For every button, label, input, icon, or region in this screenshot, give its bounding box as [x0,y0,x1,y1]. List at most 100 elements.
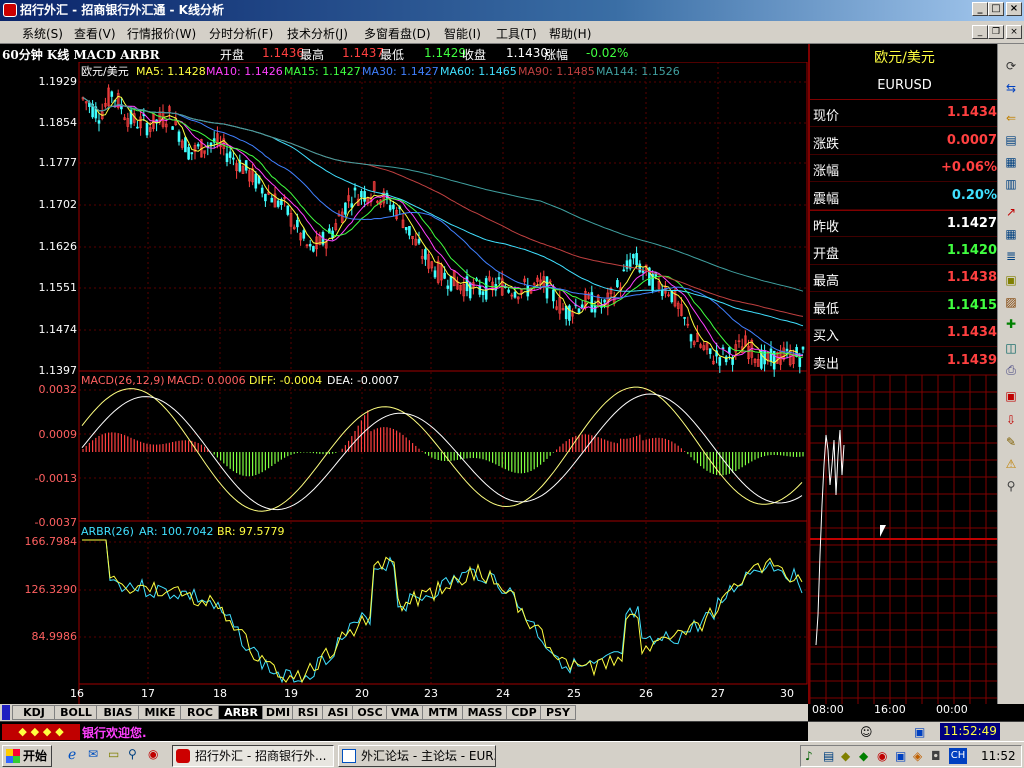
start-label: 开始 [23,749,48,763]
date-tick: 27 [711,687,725,700]
date-tick: 25 [567,687,581,700]
menu-system[interactable]: 系统(S) [22,25,63,42]
table-icon[interactable]: ▥ [1003,176,1019,192]
quote-row: 开盘 1.1420 [810,238,999,265]
document-icon[interactable]: ▤ [1003,132,1019,148]
calendar-icon[interactable]: ▨ [1003,294,1019,310]
tab-kdj[interactable]: KDJ [12,705,56,720]
change-value: -0.02% [586,46,629,60]
tray-app-icon[interactable]: ◉ [877,749,887,763]
tab-bias[interactable]: BIAS [96,705,140,720]
tiles-icon[interactable]: ▣ [1003,272,1019,288]
start-button[interactable]: 开始 [2,745,52,767]
report-icon[interactable]: ▦ [1003,154,1019,170]
change-label: 涨幅 [544,48,569,62]
magnifier-icon[interactable]: ⚲ [1003,478,1019,494]
tab-cdp[interactable]: CDP [506,705,542,720]
tray-app-icon[interactable]: ◘ [931,749,941,763]
ime-indicator[interactable]: CH [949,748,967,764]
desktop-icon[interactable]: ▭ [108,747,124,763]
window-icon[interactable]: ◫ [1003,340,1019,356]
time-tick: 16:00 [874,703,906,716]
chart-area[interactable]: 欧元/美元 MA5: 1.1428 MA10: 1.1426 MA15: 1.1… [0,62,808,704]
plus-icon[interactable]: ✚ [1003,316,1019,332]
menu-help[interactable]: 帮助(H) [549,25,591,42]
child-close-button[interactable]: × [1006,25,1022,39]
quote-value: 1.1439 [946,352,997,368]
tab-mass[interactable]: MASS [462,705,508,720]
menu-view[interactable]: 查看(V) [74,25,116,42]
menu-technical[interactable]: 技术分析(J) [287,25,348,42]
grid-icon[interactable]: ▦ [1003,226,1019,242]
list-icon[interactable]: ≣ [1003,248,1019,264]
tray-app-icon[interactable]: ◆ [859,749,868,763]
quote-value: 1.1438 [946,270,997,285]
intraday-mini-chart[interactable]: 08:00 [810,375,999,704]
tab-dmi[interactable]: DMI [262,705,294,720]
back-arrow-icon[interactable]: ⇐ [1003,110,1019,126]
ma60-label: MA60: 1.1465 [440,65,517,78]
menu-quotes[interactable]: 行情报价(W) [127,25,196,42]
kline-ytick: 1.1626 [39,240,78,253]
pencil-icon[interactable]: ✎ [1003,434,1019,450]
welcome-text: 银行欢迎您. [82,726,147,740]
date-tick: 23 [424,687,438,700]
alert-box-icon[interactable]: ▣ [1003,388,1019,404]
arbr-ytick: 166.7984 [25,535,78,548]
child-restore-button[interactable]: ❐ [988,25,1004,39]
tray-app-icon[interactable]: ◈ [913,749,922,763]
menu-multiwindow[interactable]: 多窗看盘(D) [364,25,431,42]
quote-row: 震幅 0.20% [810,183,999,210]
warning-icon[interactable]: ⚠ [1003,456,1019,472]
quote-label: 昨收 [813,220,840,235]
refresh-icon[interactable]: ⟳ [1003,58,1019,74]
mouse-cursor-icon [880,525,886,537]
tab-asi[interactable]: ASI [322,705,354,720]
tray-network-icon[interactable]: ▤ [823,749,834,763]
tab-osc[interactable]: OSC [352,705,388,720]
kline-panel-frame [78,62,808,372]
window-title: 招行外汇 - 招商银行外汇通 - K线分析 [20,3,224,17]
download-icon[interactable]: ⇩ [1003,412,1019,428]
navigate-icon[interactable]: ⇆ [1003,80,1019,96]
tab-mike[interactable]: MIKE [138,705,182,720]
task-label: 外汇论坛 - 主论坛 - EUR... [361,749,496,763]
macd-lines [81,386,803,512]
ie-icon[interactable]: ℯ [68,747,84,763]
tray-sound-icon[interactable]: ♪ [805,749,813,763]
menu-tools[interactable]: 工具(T) [496,25,537,42]
high-label: 最高 [300,48,325,62]
tab-mtm[interactable]: MTM [422,705,464,720]
arbr-label: ARBR(26) [81,525,134,538]
outlook-icon[interactable]: ✉ [88,747,104,763]
macd-value: MACD: 0.0006 [167,374,246,387]
tab-scroll-left[interactable] [2,705,10,720]
line-chart-icon[interactable]: ↗ [1003,204,1019,220]
moving-average-lines [82,95,804,364]
quote-value: 1.1427 [946,216,997,231]
kline-ytick: 1.1777 [39,156,78,169]
tab-rsi[interactable]: RSI [292,705,324,720]
tab-boll[interactable]: BOLL [54,705,98,720]
tray-app-icon[interactable]: ▣ [895,749,906,763]
task-button-active[interactable]: 招行外汇 - 招商银行外... [172,745,334,767]
menu-bar: 系统(S) 查看(V) 行情报价(W) 分时分析(F) 技术分析(J) 多窗看盘… [0,21,1024,44]
tab-arbr[interactable]: ARBR [218,705,264,720]
search-icon[interactable]: ⚲ [128,747,144,763]
quote-label: 最高 [813,274,840,289]
maximize-button[interactable]: □ [988,2,1004,16]
task-button[interactable]: 外汇论坛 - 主论坛 - EUR... [338,745,496,767]
menu-timeshare[interactable]: 分时分析(F) [209,25,273,42]
arbr-ytick: 84.9986 [32,630,78,643]
tab-psy[interactable]: PSY [540,705,576,720]
close-button[interactable]: × [1006,2,1022,16]
kline-ytick: 1.1551 [39,281,78,294]
child-minimize-button[interactable]: _ [972,25,988,39]
tray-app-icon[interactable]: ◆ [841,749,850,763]
print-icon[interactable]: ⎙ [1003,362,1019,378]
tab-roc[interactable]: ROC [180,705,220,720]
quick-launch-app-icon[interactable]: ◉ [148,747,164,763]
minimize-button[interactable]: _ [972,2,988,16]
tab-vma[interactable]: VMA [386,705,424,720]
menu-smart[interactable]: 智能(I) [444,25,481,42]
